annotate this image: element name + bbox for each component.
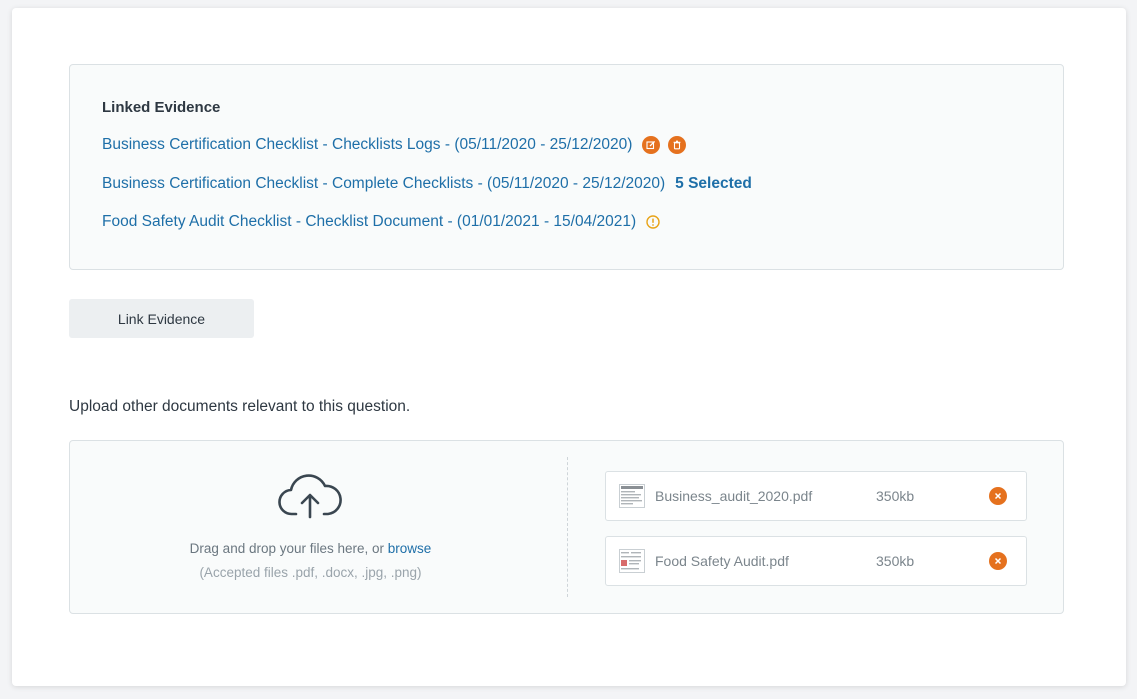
evidence-link[interactable]: Business Certification Checklist - Compl… [102, 175, 665, 193]
remove-file-icon[interactable] [989, 552, 1007, 570]
file-size: 350kb [876, 488, 915, 504]
evidence-card: Linked Evidence Business Certification C… [12, 8, 1126, 686]
delete-icon[interactable] [668, 136, 687, 154]
file-name: Food Safety Audit.pdf [655, 553, 789, 569]
upload-instructions: Upload other documents relevant to this … [69, 398, 411, 415]
evidence-item: Business Certification Checklist - Check… [102, 134, 687, 156]
uploaded-file-item: Business_audit_2020.pdf 350kb [605, 471, 1027, 521]
warning-icon [646, 215, 660, 229]
drop-text-label: Drag and drop your files here, or [189, 541, 385, 556]
accepted-file-types: (Accepted files .pdf, .docx, .jpg, .png) [199, 565, 422, 580]
link-evidence-button[interactable]: Link Evidence [69, 299, 254, 338]
file-dropzone[interactable]: Drag and drop your files here, or browse… [70, 441, 567, 613]
evidence-item: Business Certification Checklist - Compl… [102, 173, 752, 195]
browse-link[interactable]: browse [388, 541, 432, 556]
linked-evidence-panel: Linked Evidence Business Certification C… [69, 64, 1064, 270]
selected-count-badge[interactable]: 5 Selected [675, 175, 752, 193]
divider [567, 457, 568, 597]
evidence-link[interactable]: Business Certification Checklist - Check… [102, 136, 632, 154]
file-size: 350kb [876, 553, 915, 569]
edit-icon[interactable] [642, 136, 661, 154]
uploaded-file-item: Food Safety Audit.pdf 350kb [605, 536, 1027, 586]
pdf-thumbnail-icon [619, 549, 645, 573]
upload-panel: Drag and drop your files here, or browse… [69, 440, 1064, 614]
linked-evidence-title: Linked Evidence [102, 99, 221, 116]
file-name: Business_audit_2020.pdf [655, 488, 813, 504]
evidence-item: Food Safety Audit Checklist - Checklist … [102, 211, 660, 233]
evidence-link[interactable]: Food Safety Audit Checklist - Checklist … [102, 213, 636, 231]
remove-file-icon[interactable] [989, 487, 1007, 505]
cloud-upload-icon [278, 474, 342, 519]
drop-text: Drag and drop your files here, or browse [70, 541, 551, 556]
pdf-thumbnail-icon [619, 484, 645, 508]
